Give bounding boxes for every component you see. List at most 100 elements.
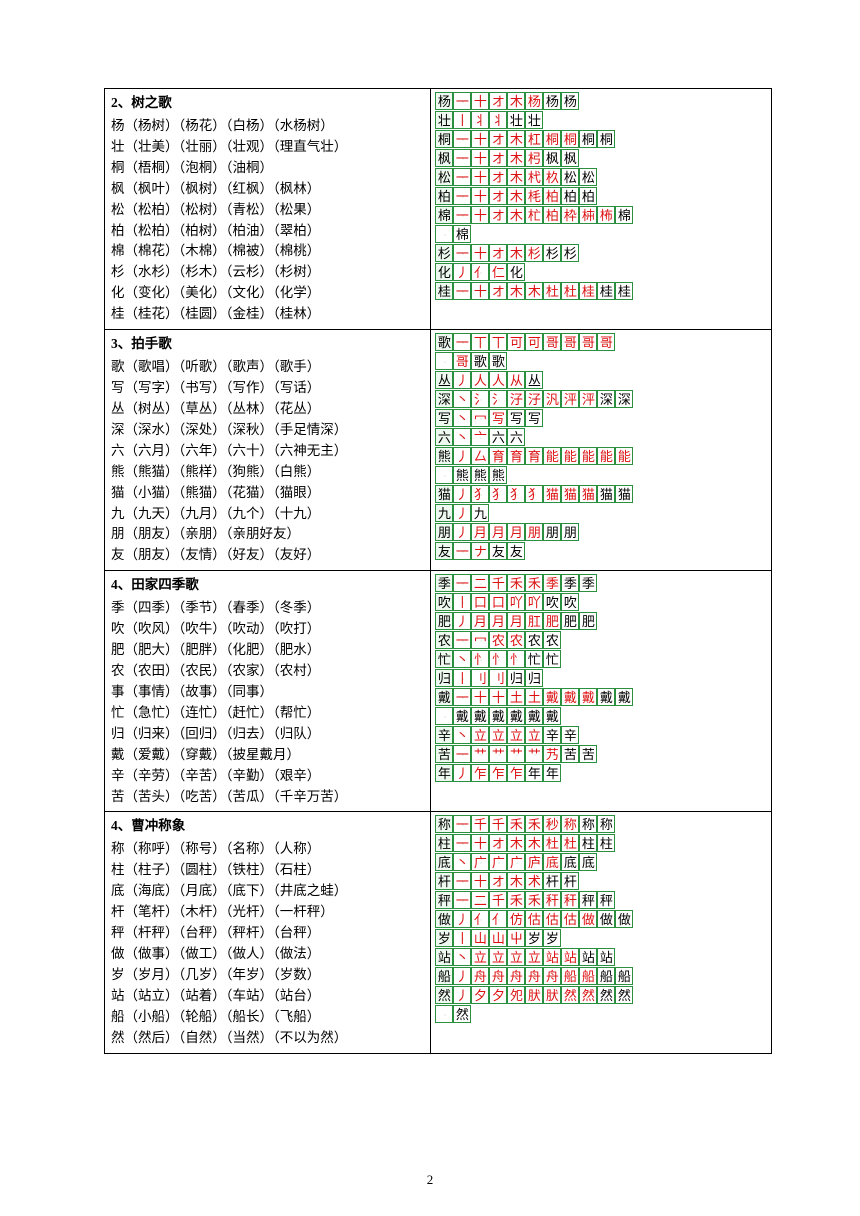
stroke-cell: 亻 [489,910,507,928]
stroke-cell: 丿 [453,910,471,928]
vocab-entry: 底（海底）（月底）（底下）（井底之蛙） [111,881,424,902]
stroke-cell: 丅 [489,333,507,351]
stroke-cell: 杠 [525,130,543,148]
stroke-cell: 杨 [543,92,561,110]
stroke-cell: 吹 [561,593,579,611]
stroke-cell: 十 [471,92,489,110]
stroke-cell: 化 [507,263,525,281]
lesson-title: 4、田家四季歌 [111,575,424,596]
stroke-cell: 吹 [543,593,561,611]
stroke-cell: 舟 [543,967,561,985]
stroke-cell: 木 [507,834,525,852]
worksheet-page: 2、树之歌杨（杨树）（杨花）（白杨）（水杨树）壮（壮美）（壮丽）（壮观）（理直气… [104,88,772,1054]
stroke-cell: 忄 [489,650,507,668]
stroke-cell: ナ [471,542,489,560]
stroke-cell: 禾 [525,891,543,909]
stroke-cell: 秤 [579,891,597,909]
stroke-cell: 十 [471,688,489,706]
stroke-cell: 歌 [489,352,507,370]
stroke-cell: 柏 [543,187,561,205]
stroke-cell: 朋 [561,523,579,541]
stroke-row: 朋丿月月月朋朋朋 [435,523,767,541]
stroke-cell: 桐 [543,130,561,148]
stroke-cell: 季 [543,574,561,592]
stroke-cell: 杛 [525,149,543,167]
stroke-cell: オ [489,187,507,205]
stroke-cell: 然 [615,986,633,1004]
stroke-cell: 柏 [579,187,597,205]
stroke-cell: 立 [507,948,525,966]
stroke-cell: 山 [471,929,489,947]
stroke-cell: 写 [525,409,543,427]
stroke-cell: 熊 [471,466,489,484]
head-character: 棉 [435,206,453,224]
stroke-cell: 立 [489,726,507,744]
stroke-cell: 月 [489,612,507,630]
head-character: 忙 [435,650,453,668]
stroke-cell: 忙 [543,650,561,668]
stroke-cell: 冖 [471,631,489,649]
stroke-cell: 一 [453,149,471,167]
vocab-entry: 棉（棉花）（木棉）（棉被）（棉桃） [111,241,424,262]
vocab-entry: 九（九天）（九月）（九个）（十九） [111,504,424,525]
stroke-cell: 柱 [597,834,615,852]
lesson-section: 4、曹冲称象称（称呼）（称号）（名称）（人称）柱（柱子）（圆柱）（铁柱）（石柱）… [105,812,771,1052]
stroke-cell: 壮 [525,111,543,129]
stroke-cell: 十 [471,282,489,300]
stroke-cell: 一 [453,333,471,351]
stroke-cell: 木 [525,834,543,852]
stroke-cell: オ [489,168,507,186]
stroke-cell: 艹 [525,745,543,763]
stroke-cell: 戴 [597,688,615,706]
stroke-cell: オ [489,130,507,148]
stroke-cell: 站 [543,948,561,966]
stroke-cell: 一 [453,130,471,148]
stroke-cell: 丶 [453,409,471,427]
blank-cell [435,466,453,484]
stroke-row: 六丶亠六六 [435,428,767,446]
head-character: 农 [435,631,453,649]
stroke-cell: 肥 [543,612,561,630]
stroke-cell: 亻 [471,263,489,281]
stroke-cell: 广 [507,853,525,871]
stroke-cell: 熊 [489,466,507,484]
stroke-cell: 朋 [543,523,561,541]
stroke-cell: 桂 [615,282,633,300]
stroke-cell: 船 [597,967,615,985]
stroke-cell: 枫 [543,149,561,167]
stroke-cell: 壮 [507,111,525,129]
stroke-cell: 吖 [507,593,525,611]
stroke-cell: オ [489,149,507,167]
stroke-row: 深丶氵氵汓汓汎泙泙深深 [435,390,767,408]
vocab-entry: 杨（杨树）（杨花）（白杨）（水杨树） [111,116,424,137]
stroke-cell: 辛 [543,726,561,744]
stroke-cell: 底 [579,853,597,871]
stroke-cell: 泙 [561,390,579,408]
stroke-cell: 能 [579,447,597,465]
stroke-cell: 站 [597,948,615,966]
stroke-row-cont: 熊熊熊 [435,466,767,484]
head-character: 松 [435,168,453,186]
stroke-cell: 木 [507,206,525,224]
stroke-cell: 一 [453,688,471,706]
stroke-cell: 舟 [507,967,525,985]
stroke-cell: 禾 [525,574,543,592]
stroke-cell: 土 [507,688,525,706]
head-character: 丛 [435,371,453,389]
vocab-entry: 辛（辛劳）（辛苦）（辛勤）（艰辛） [111,766,424,787]
stroke-cell: 山 [489,929,507,947]
stroke-cell: 丿 [453,523,471,541]
stroke-row: 归丨刂刂归归 [435,669,767,687]
vocab-entry: 桐（梧桐）（泡桐）（油桐） [111,158,424,179]
stroke-cell: 猫 [561,485,579,503]
stroke-cell: 十 [471,834,489,852]
stroke-cell: 枠 [561,206,579,224]
stroke-cell: 口 [471,593,489,611]
stroke-cell: 一 [453,282,471,300]
stroke-row: 杨一十オ木杨杨杨 [435,92,767,110]
stroke-cell: 深 [597,390,615,408]
stroke-cell: 忙 [525,650,543,668]
stroke-cell: 松 [561,168,579,186]
vocab-entry: 歌（歌唱）（听歌）（歌声）（歌手） [111,357,424,378]
stroke-cell: 农 [543,631,561,649]
